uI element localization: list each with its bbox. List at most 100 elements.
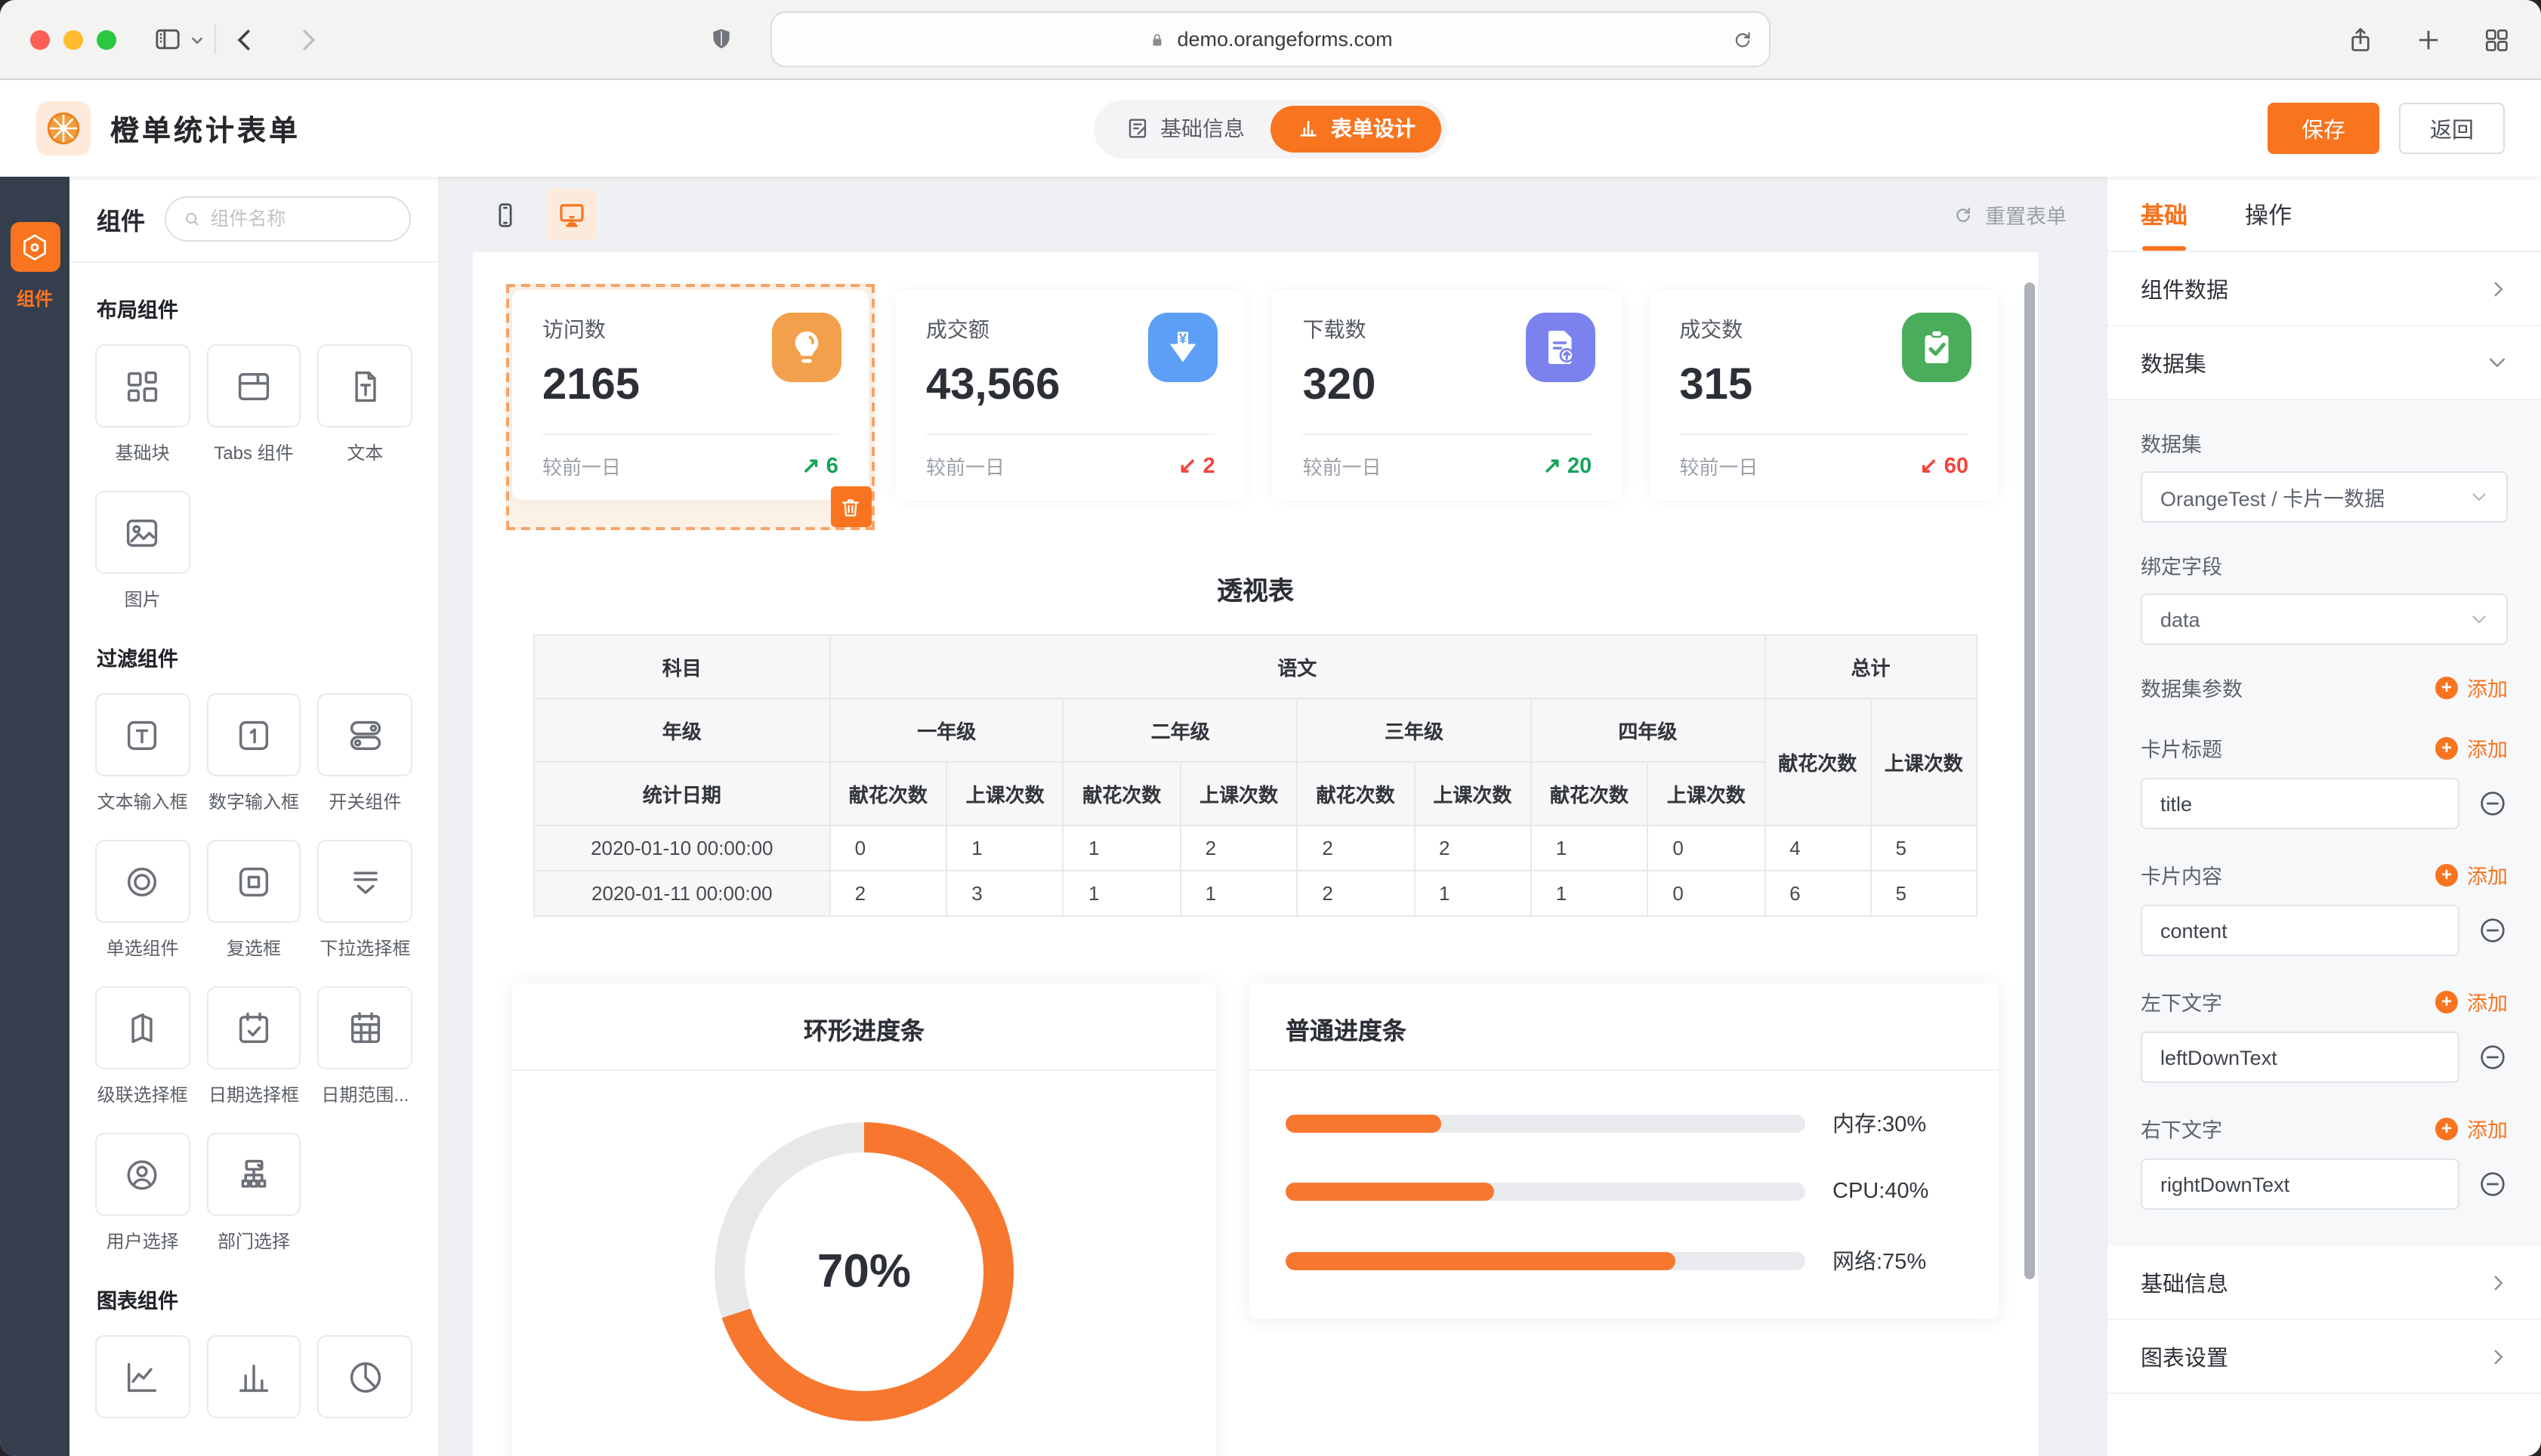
tab-props-basic[interactable]: 基础: [2141, 177, 2187, 251]
component-item[interactable]: [95, 1335, 190, 1418]
component-item[interactable]: 开关组件: [318, 693, 412, 814]
component-card[interactable]: [318, 344, 412, 427]
minimize-window-icon[interactable]: [63, 29, 83, 49]
component-card[interactable]: [95, 1133, 190, 1216]
prop-field-input[interactable]: [2141, 778, 2459, 829]
prop-field-input[interactable]: [2141, 905, 2459, 956]
component-card[interactable]: [206, 840, 301, 923]
add-field-button[interactable]: +添加: [2435, 859, 2508, 890]
component-item[interactable]: 日期范围...: [318, 986, 412, 1107]
stat-card[interactable]: 成交额¥43,566较前一日↙ 2: [896, 290, 1246, 500]
divider: [215, 24, 216, 54]
tab-basic-info[interactable]: 基础信息: [1100, 105, 1270, 152]
row-chart-setting[interactable]: 图表设置: [2107, 1320, 2541, 1394]
component-card[interactable]: [206, 1133, 301, 1216]
minus-circle-icon[interactable]: [2478, 915, 2508, 945]
component-card[interactable]: [95, 986, 190, 1069]
component-item[interactable]: 文本输入框: [95, 693, 190, 814]
delete-widget-button[interactable]: [831, 486, 872, 527]
component-item[interactable]: 复选框: [206, 840, 301, 961]
forward-icon[interactable]: [293, 25, 322, 54]
canvas-scrollbar[interactable]: [2024, 282, 2035, 1279]
ring-progress-widget[interactable]: 环形进度条 70%: [512, 983, 1216, 1456]
plus-circle-icon: +: [2435, 676, 2458, 699]
row-component-data[interactable]: 组件数据: [2107, 252, 2541, 326]
reset-form-button[interactable]: 重置表单: [1952, 199, 2067, 230]
component-item[interactable]: 日期选择框: [206, 986, 301, 1107]
number-input-icon: [234, 715, 273, 754]
add-field-button[interactable]: +添加: [2435, 1113, 2508, 1143]
new-tab-icon[interactable]: [2414, 25, 2443, 54]
tab-form-design[interactable]: 表单设计: [1270, 105, 1441, 152]
pivot-widget[interactable]: 透视表 科目语文总计年级一年级二年级三年级四年级献花次数上课次数统计日期献花次数…: [473, 545, 2038, 956]
component-card[interactable]: [206, 693, 301, 776]
share-icon[interactable]: [2346, 25, 2375, 54]
desktop-preview-button[interactable]: [545, 189, 597, 240]
close-window-icon[interactable]: [30, 29, 50, 49]
dataset-select[interactable]: OrangeTest / 卡片一数据: [2141, 471, 2508, 523]
stat-card[interactable]: 下载数320较前一日↗ 20: [1273, 290, 1622, 500]
divider: [1679, 433, 1968, 435]
component-item[interactable]: [318, 1335, 412, 1418]
component-item[interactable]: 单选组件: [95, 840, 190, 961]
component-item[interactable]: 部门选择: [206, 1133, 301, 1254]
component-card[interactable]: [206, 1335, 301, 1418]
chevron-down-icon[interactable]: [189, 31, 205, 48]
dept-icon: [234, 1155, 273, 1194]
row-dataset-collapse[interactable]: 数据集: [2107, 326, 2541, 400]
tab-overview-icon[interactable]: [2482, 25, 2511, 54]
component-card[interactable]: [206, 344, 301, 427]
component-item[interactable]: 用户选择: [95, 1133, 190, 1254]
component-card[interactable]: [95, 840, 190, 923]
add-dataset-param-button[interactable]: + 添加: [2435, 672, 2508, 702]
save-button[interactable]: 保存: [2268, 103, 2379, 154]
component-card[interactable]: [318, 986, 412, 1069]
component-item[interactable]: 下拉选择框: [318, 840, 412, 961]
mobile-preview-button[interactable]: [479, 189, 530, 240]
address-bar[interactable]: demo.orangeforms.com: [770, 11, 1771, 67]
back-button[interactable]: 返回: [2399, 103, 2505, 154]
stat-card-row: 访问数2165较前一日↗ 6成交额¥43,566较前一日↙ 2下载数320较前一…: [473, 252, 2038, 524]
back-icon[interactable]: [231, 25, 260, 54]
component-card[interactable]: [318, 1335, 412, 1418]
component-card[interactable]: [95, 491, 190, 574]
component-item[interactable]: 图片: [95, 491, 190, 612]
minus-circle-icon[interactable]: [2478, 1169, 2508, 1199]
pivot-cell: 2: [1297, 871, 1414, 916]
bind-field-select[interactable]: data: [2141, 594, 2508, 645]
component-item[interactable]: 基础块: [95, 344, 190, 465]
component-item[interactable]: 数字输入框: [206, 693, 301, 814]
prop-field-header: 卡片内容+添加: [2141, 859, 2508, 890]
component-card[interactable]: [318, 840, 412, 923]
component-card[interactable]: [95, 1335, 190, 1418]
stat-card-footer: 较前一日↙ 60: [1679, 452, 1968, 480]
component-card[interactable]: [95, 693, 190, 776]
bar-progress-widget[interactable]: 普通进度条 内存:30%CPU:40%网络:75%: [1249, 983, 1999, 1319]
minus-circle-icon[interactable]: [2478, 788, 2508, 819]
divider: [542, 433, 838, 435]
component-item[interactable]: [206, 1335, 301, 1418]
component-item[interactable]: 级联选择框: [95, 986, 190, 1107]
row-basic-info[interactable]: 基础信息: [2107, 1246, 2541, 1320]
add-field-button[interactable]: +添加: [2435, 733, 2508, 763]
minus-circle-icon[interactable]: [2478, 1042, 2508, 1072]
privacy-shield-icon[interactable]: [709, 25, 734, 54]
stat-card[interactable]: 访问数2165较前一日↗ 6: [512, 290, 869, 500]
components-nav-icon[interactable]: [10, 222, 60, 272]
component-search[interactable]: [165, 196, 411, 242]
reload-icon[interactable]: [1731, 28, 1754, 51]
stat-card[interactable]: 成交数315较前一日↙ 60: [1649, 290, 1999, 500]
zoom-window-icon[interactable]: [97, 29, 116, 49]
sidebar-toggle-icon[interactable]: [153, 24, 183, 54]
component-card[interactable]: [318, 693, 412, 776]
search-input[interactable]: [210, 208, 393, 230]
component-item[interactable]: Tabs 组件: [206, 344, 301, 465]
component-card[interactable]: [95, 344, 190, 427]
component-card[interactable]: [206, 986, 301, 1069]
prop-field-input[interactable]: [2141, 1032, 2459, 1083]
section-title: 图表组件: [97, 1284, 411, 1314]
add-field-button[interactable]: +添加: [2435, 986, 2508, 1016]
tab-props-action[interactable]: 操作: [2245, 177, 2292, 251]
prop-field-input[interactable]: [2141, 1158, 2459, 1210]
component-item[interactable]: 文本: [318, 344, 412, 465]
